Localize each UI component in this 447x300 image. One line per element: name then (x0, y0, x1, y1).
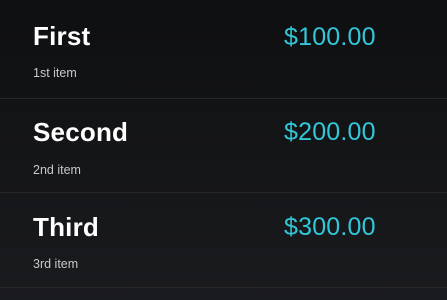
item-price: $200.00 (284, 118, 376, 146)
item-title: Second (33, 117, 129, 147)
list-footer-space (0, 288, 447, 300)
list-item-third[interactable]: Third 3rd item $300.00 (0, 193, 447, 288)
item-subtitle: 2nd item (33, 163, 81, 177)
item-title: First (33, 21, 91, 51)
item-price: $300.00 (284, 213, 376, 241)
item-title: Third (33, 212, 99, 242)
item-price: $100.00 (284, 23, 376, 51)
list-item-first[interactable]: First 1st item $100.00 (0, 0, 447, 99)
item-list: First 1st item $100.00 Second 2nd item $… (0, 0, 447, 300)
item-subtitle: 3rd item (33, 257, 79, 271)
list-item-second[interactable]: Second 2nd item $200.00 (0, 99, 447, 193)
item-subtitle: 1st item (33, 66, 77, 80)
